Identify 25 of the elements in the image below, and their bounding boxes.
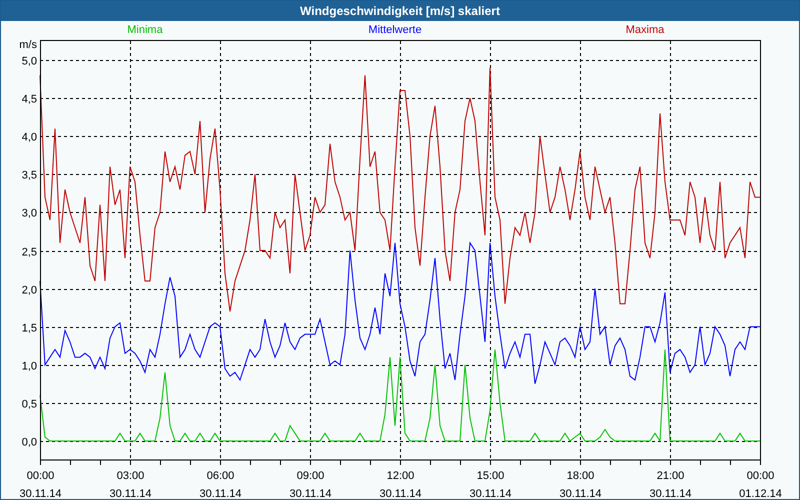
- axis-label: 3,5: [22, 170, 37, 182]
- axis-label: 4,0: [22, 132, 37, 144]
- axis-label: 1,5: [22, 322, 37, 334]
- axis-label: 00:00 30.11.14: [20, 470, 62, 499]
- axis-label: 0,5: [22, 398, 37, 410]
- axis-label: 0,0: [22, 436, 37, 448]
- axis-label: 06:00 30.11.14: [200, 470, 242, 499]
- axis-label: 3,0: [22, 208, 37, 220]
- axis-label: 09:00 30.11.14: [290, 470, 332, 499]
- window-title: Windgeschwindigkeit [m/s] skaliert: [1, 1, 799, 21]
- axis-label: 5,0: [22, 56, 37, 68]
- axis-label: 03:00 30.11.14: [110, 470, 152, 499]
- legend-label: Minima: [126, 23, 164, 38]
- axis-label: 12:00 30.11.14: [380, 470, 422, 499]
- axis-label: 21:00 30.11.14: [650, 470, 692, 499]
- legend-label: Maxima: [624, 23, 666, 38]
- legend-label: Mittelwerte: [367, 23, 423, 38]
- axis-title: m/s: [19, 39, 37, 51]
- axis-label: 2,5: [22, 246, 37, 258]
- axis-label: 1,0: [22, 360, 37, 372]
- axis-label: 15:00 30.11.14: [470, 470, 512, 499]
- axis-label: 4,5: [22, 94, 37, 106]
- axis-label: 2,0: [22, 284, 37, 296]
- axis-label: 18:00 30.11.14: [560, 470, 602, 499]
- axis-label: 00:00 01.12.14: [739, 470, 782, 499]
